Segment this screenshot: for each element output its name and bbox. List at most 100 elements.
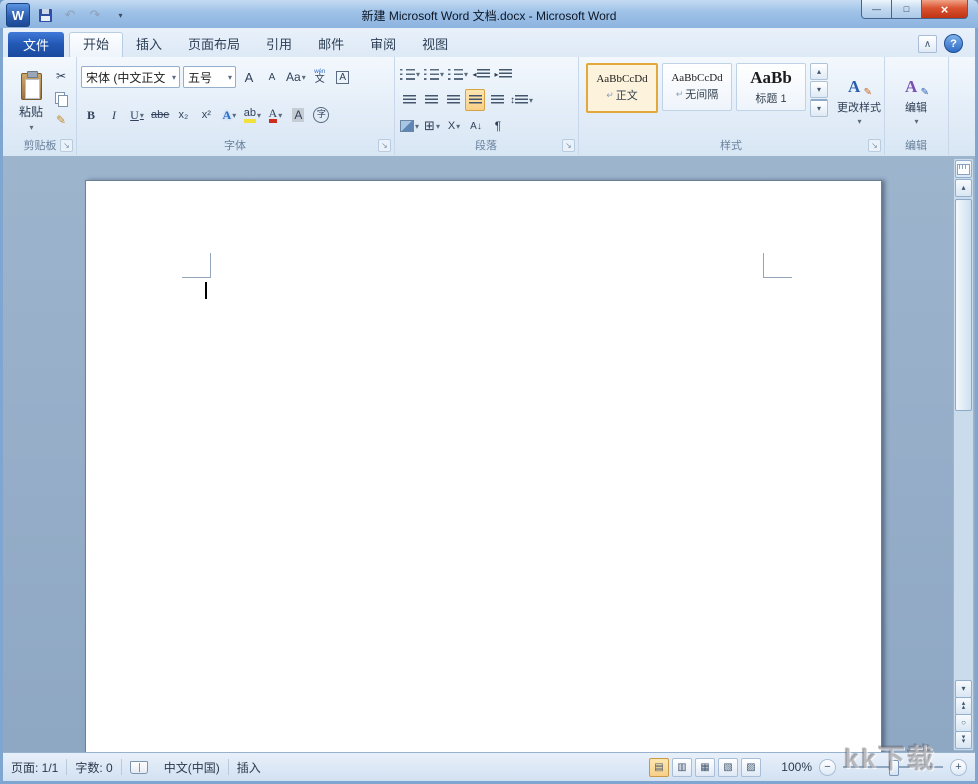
character-border-button[interactable]: A <box>333 66 353 88</box>
font-color-button[interactable]: A▾ <box>265 104 285 126</box>
enclose-characters-button[interactable]: 字 <box>311 104 331 126</box>
font-size-combo[interactable]: 五号 ▾ <box>183 66 236 88</box>
minimize-ribbon-button[interactable]: ∧ <box>918 35 937 53</box>
strikethrough-button[interactable]: abe <box>150 104 170 126</box>
scrollbar-thumb[interactable] <box>955 199 972 411</box>
group-clipboard: 粘贴 ▾ ✂ ✎ 剪贴板 ↘ <box>4 57 77 155</box>
zoom-in-button[interactable]: + <box>950 759 967 776</box>
insert-mode-indicator[interactable]: 插入 <box>229 753 269 781</box>
style-heading-1[interactable]: AaBb 标题 1 <box>736 63 806 111</box>
show-marks-button[interactable]: ¶ <box>488 115 508 137</box>
tab-file[interactable]: 文件 <box>8 32 64 57</box>
underline-button[interactable]: U▾ <box>127 104 147 126</box>
asian-layout-button[interactable]: X▾ <box>444 115 464 137</box>
tab-insert[interactable]: 插入 <box>123 32 175 57</box>
text-effects-button[interactable]: A▾ <box>219 104 239 126</box>
decrease-indent-button[interactable]: ◂ <box>471 63 491 85</box>
paragraph-dialog-launcher[interactable]: ↘ <box>562 139 575 152</box>
align-right-button[interactable] <box>443 89 463 111</box>
help-button[interactable]: ? <box>944 34 963 53</box>
font-name-combo[interactable]: 宋体 (中文正文 ▾ <box>81 66 180 88</box>
view-outline-button[interactable]: ▧ <box>718 758 738 777</box>
page-indicator[interactable]: 页面: 1/1 <box>3 753 66 781</box>
styles-dialog-launcher[interactable]: ↘ <box>868 139 881 152</box>
ruler-toggle-button[interactable] <box>955 160 972 178</box>
maximize-button[interactable]: □ <box>891 0 922 19</box>
shrink-font-button[interactable]: A <box>262 66 282 88</box>
document-page[interactable] <box>85 180 882 753</box>
view-fullscreen-reading-button[interactable]: ▥ <box>672 758 692 777</box>
cut-button[interactable]: ✂ <box>51 65 71 87</box>
undo-button[interactable]: ↶ <box>60 5 80 25</box>
tab-home[interactable]: 开始 <box>69 32 123 57</box>
align-center-button[interactable] <box>421 89 441 111</box>
borders-button[interactable]: ⊞▾ <box>422 115 442 137</box>
sort-button[interactable]: A↓ <box>466 115 486 137</box>
zoom-slider-thumb[interactable] <box>889 760 899 776</box>
zoom-slider[interactable] <box>843 759 943 775</box>
save-button[interactable] <box>35 5 55 25</box>
change-case-button[interactable]: Aa▾ <box>285 66 307 88</box>
word-window: W ↶ ↷ ▾ 新建 Microsoft Word 文档.docx - Micr… <box>0 0 978 784</box>
zoom-level[interactable]: 100% <box>774 760 812 774</box>
title-bar[interactable]: W ↶ ↷ ▾ 新建 Microsoft Word 文档.docx - Micr… <box>0 0 978 28</box>
word-count-indicator[interactable]: 字数: 0 <box>67 753 120 781</box>
close-button[interactable]: × <box>921 0 968 19</box>
clipboard-dialog-launcher[interactable]: ↘ <box>60 139 73 152</box>
zoom-out-button[interactable]: − <box>819 759 836 776</box>
style-normal[interactable]: AaBbCcDd ↵正文 <box>586 63 658 113</box>
font-dialog-launcher[interactable]: ↘ <box>378 139 391 152</box>
numbering-button[interactable]: ▾ <box>423 63 445 85</box>
grow-font-button[interactable]: A <box>239 66 259 88</box>
paste-button[interactable]: 粘贴 ▾ <box>9 62 53 142</box>
scroll-up-button[interactable]: ▴ <box>955 179 972 197</box>
tab-page-layout[interactable]: 页面布局 <box>175 32 253 57</box>
tab-review[interactable]: 审阅 <box>357 32 409 57</box>
shading-button[interactable]: ▾ <box>399 115 420 137</box>
tab-view[interactable]: 视图 <box>409 32 461 57</box>
change-styles-button[interactable]: A ✎ 更改样式 ▾ <box>832 63 886 139</box>
font-name-value: 宋体 (中文正文 <box>86 69 171 86</box>
bold-button[interactable]: B <box>81 104 101 126</box>
phonetic-guide-button[interactable]: wén 文 <box>310 66 330 88</box>
chevron-down-icon: ▾ <box>29 123 33 132</box>
document-area: ▴ ▾ ▴▴ ○ ▾▾ <box>3 156 975 753</box>
superscript-button[interactable]: x² <box>196 104 216 126</box>
next-page-button[interactable]: ▾▾ <box>955 731 972 749</box>
tab-mailings[interactable]: 邮件 <box>305 32 357 57</box>
editing-button[interactable]: A ✎ 编辑 ▾ <box>890 63 942 139</box>
minimize-button[interactable]: — <box>861 0 892 19</box>
align-left-button[interactable] <box>399 89 419 111</box>
multilevel-list-button[interactable]: ▾ <box>447 63 469 85</box>
styles-scroll-down-button[interactable]: ▾ <box>810 81 828 98</box>
bullets-button[interactable]: ▾ <box>399 63 421 85</box>
word-app-icon[interactable]: W <box>6 3 30 27</box>
italic-button[interactable]: I <box>104 104 124 126</box>
tab-references[interactable]: 引用 <box>253 32 305 57</box>
subscript-button[interactable]: x₂ <box>173 104 193 126</box>
styles-scroll-up-button[interactable]: ▴ <box>810 63 828 80</box>
group-label-paragraph: 段落 <box>394 137 578 153</box>
proofing-status[interactable] <box>122 753 156 781</box>
qat-customize-button[interactable]: ▾ <box>110 5 130 25</box>
justify-button[interactable] <box>465 89 485 111</box>
increase-indent-button[interactable]: ▸ <box>493 63 513 85</box>
vertical-scrollbar[interactable]: ▴ ▾ ▴▴ ○ ▾▾ <box>953 158 974 751</box>
format-painter-button[interactable]: ✎ <box>51 109 71 131</box>
highlight-color-button[interactable]: ab▾ <box>242 104 262 126</box>
line-spacing-button[interactable]: ↕▾ <box>509 89 534 111</box>
redo-button[interactable]: ↷ <box>85 5 105 25</box>
language-indicator[interactable]: 中文(中国) <box>156 753 228 781</box>
copy-button[interactable] <box>51 87 71 109</box>
view-web-layout-button[interactable]: ▦ <box>695 758 715 777</box>
character-shading-button[interactable]: A <box>288 104 308 126</box>
scroll-down-button[interactable]: ▾ <box>955 680 972 698</box>
view-print-layout-button[interactable]: ▤ <box>649 758 669 777</box>
styles-more-button[interactable]: ▾ <box>810 99 828 117</box>
previous-page-button[interactable]: ▴▴ <box>955 697 972 715</box>
align-right-icon <box>447 95 460 105</box>
distribute-button[interactable] <box>487 89 507 111</box>
style-no-spacing[interactable]: AaBbCcDd ↵无间隔 <box>662 63 732 111</box>
select-browse-object-button[interactable]: ○ <box>955 714 972 732</box>
view-draft-button[interactable]: ▨ <box>741 758 761 777</box>
